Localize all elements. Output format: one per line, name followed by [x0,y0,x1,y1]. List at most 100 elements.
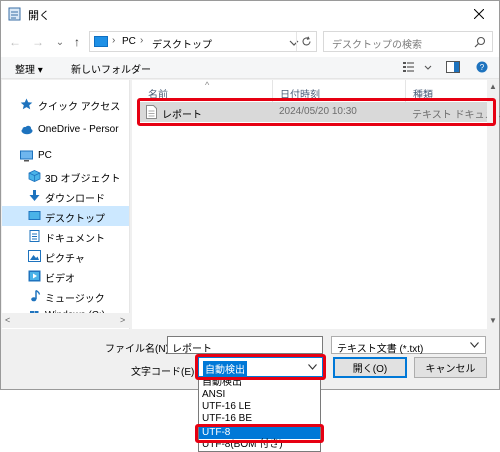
arrow-right-icon: → [32,35,44,49]
sidebar-item-label: クイック アクセス [38,102,121,113]
cancel-button[interactable]: キャンセル [414,357,487,378]
sidebar-item-label: ダウンロード [45,194,105,205]
sidebar-item-label: ミュージック [45,294,105,305]
search-icon [474,36,486,48]
sidebar-item-quick-access[interactable]: クイック アクセス [2,94,129,114]
file-type-value: テキスト文書 (*.txt) [337,344,424,355]
view-options-icon[interactable] [403,61,417,73]
scroll-right-icon[interactable]: > [120,315,125,325]
arrow-up-icon: ↑ [74,35,80,49]
sort-ascending-icon: ^ [205,80,210,90]
up-button[interactable]: ↑ [69,34,85,50]
encoding-option[interactable]: UTF-16 BE [199,413,320,425]
encoding-select[interactable]: 自動検出 [198,357,323,377]
column-divider[interactable] [405,80,406,102]
sidebar-item-desktop[interactable]: デスクトップ [2,206,129,226]
title-bar: 開く [1,1,499,27]
chevron-down-icon [308,364,317,370]
breadcrumb-separator: › [140,35,144,46]
pc-icon [20,150,33,162]
help-icon[interactable]: ? [475,61,489,73]
encoding-option[interactable]: ANSI [199,389,320,401]
sidebar-item-label: ピクチャ [45,254,85,265]
forward-button[interactable]: → [30,34,46,50]
file-row[interactable]: レポート 2024/05/20 10:30 テキスト ドキュメント [140,102,500,122]
refresh-icon [302,36,311,46]
cloud-icon [21,125,33,135]
sidebar-item-documents[interactable]: ドキュメント [2,226,129,246]
encoding-option[interactable]: UTF-8(BOM 付き) [199,439,320,451]
encoding-label: 文字コード(E): [131,367,198,378]
navigation-pane-scrollbar[interactable]: < > [2,313,130,328]
back-button[interactable]: ← [7,34,23,50]
column-divider[interactable] [272,80,273,102]
address-bar[interactable]: › PC › デスクトップ [89,31,317,52]
sidebar-item-label: ドキュメント [45,234,105,245]
file-type-select[interactable]: テキスト文書 (*.txt) [331,336,486,355]
chevron-down-icon[interactable] [424,61,432,73]
new-folder-button[interactable]: 新しいフォルダー [71,61,151,76]
filename-label: ファイル名(N): [105,344,172,355]
file-list-pane: ^ 名前 日付時刻 種類 レポート 2024/05/20 10:30 テキスト … [132,80,500,329]
desktop-icon [28,211,41,220]
arrow-left-icon: ← [9,35,21,49]
file-date: 2024/05/20 10:30 [279,106,357,117]
navigation-row: ← → ⌄ ↑ › PC › デスクトップ デスクトップの検索 [1,27,499,57]
refresh-button[interactable] [296,32,316,51]
column-header-name[interactable]: 名前 [148,86,168,101]
pc-icon [94,36,108,47]
sidebar-item-label: デスクトップ [45,214,105,225]
search-placeholder: デスクトップの検索 [332,40,422,51]
cube-icon [28,170,41,182]
download-icon [29,190,40,201]
breadcrumb-separator: › [112,35,116,46]
file-list-scrollbar[interactable]: ▲ ▼ [487,80,499,329]
organize-menu[interactable]: 整理 ▾ [15,61,43,76]
document-icon [29,230,40,242]
sidebar-item-label: PC [38,150,52,161]
column-header-type[interactable]: 種類 [413,86,433,101]
chevron-down-icon: ⌄ [55,36,65,48]
music-icon [31,290,41,302]
sidebar-item-label: OneDrive - Persor [38,124,119,135]
sidebar-item-onedrive[interactable]: OneDrive - Persor [2,120,129,140]
close-button[interactable] [459,1,499,27]
encoding-value: 自動検出 [203,361,247,376]
filename-value: レポート [172,344,212,355]
encoding-option[interactable]: UTF-16 LE [199,401,320,413]
picture-icon [28,250,41,262]
breadcrumb-pc[interactable]: PC [122,36,136,47]
column-header-date[interactable]: 日付時刻 [280,86,320,101]
sidebar-item-label: ビデオ [45,274,75,285]
breadcrumb-desktop[interactable]: デスクトップ [152,36,212,51]
svg-text:?: ? [480,63,485,72]
column-headers: ^ 名前 日付時刻 種類 [132,80,499,102]
filename-input[interactable]: レポート [167,336,323,355]
scroll-up-icon[interactable]: ▲ [489,82,497,91]
search-box[interactable]: デスクトップの検索 [323,31,493,52]
open-button[interactable]: 開く(O) [333,357,407,378]
sidebar-item-downloads[interactable]: ダウンロード [2,186,129,206]
scroll-left-icon[interactable]: < [5,315,10,325]
preview-pane-icon[interactable] [446,61,460,73]
sidebar-item-music[interactable]: ミュージック [2,286,129,306]
sidebar-item-pc[interactable]: PC [2,146,129,166]
text-file-icon [146,105,157,119]
sidebar-item-videos[interactable]: ビデオ [2,266,129,286]
recent-locations-button[interactable]: ⌄ [52,34,68,50]
video-icon [28,270,41,282]
open-file-dialog: 開く ← → ⌄ ↑ › PC › デスクトップ デスクトップの検索 整理 ▾ … [0,0,500,390]
navigation-pane: クイック アクセス OneDrive - Persor PC 3D オブジェクト… [2,80,130,329]
file-name: レポート [162,110,202,121]
chevron-down-icon [470,342,479,348]
window-title: 開く [28,10,50,22]
star-icon [20,98,33,110]
encoding-option-selected[interactable]: UTF-8 [199,427,320,439]
sidebar-item-label: 3D オブジェクト [45,174,121,185]
sidebar-item-pictures[interactable]: ピクチャ [2,246,129,266]
sidebar-item-3d-objects[interactable]: 3D オブジェクト [2,166,129,186]
scroll-down-icon[interactable]: ▼ [489,316,497,325]
encoding-option[interactable]: 自動検出 [199,377,320,389]
close-icon [474,9,484,19]
encoding-dropdown-list: 自動検出 ANSI UTF-16 LE UTF-16 BE UTF-8 UTF-… [198,377,321,452]
